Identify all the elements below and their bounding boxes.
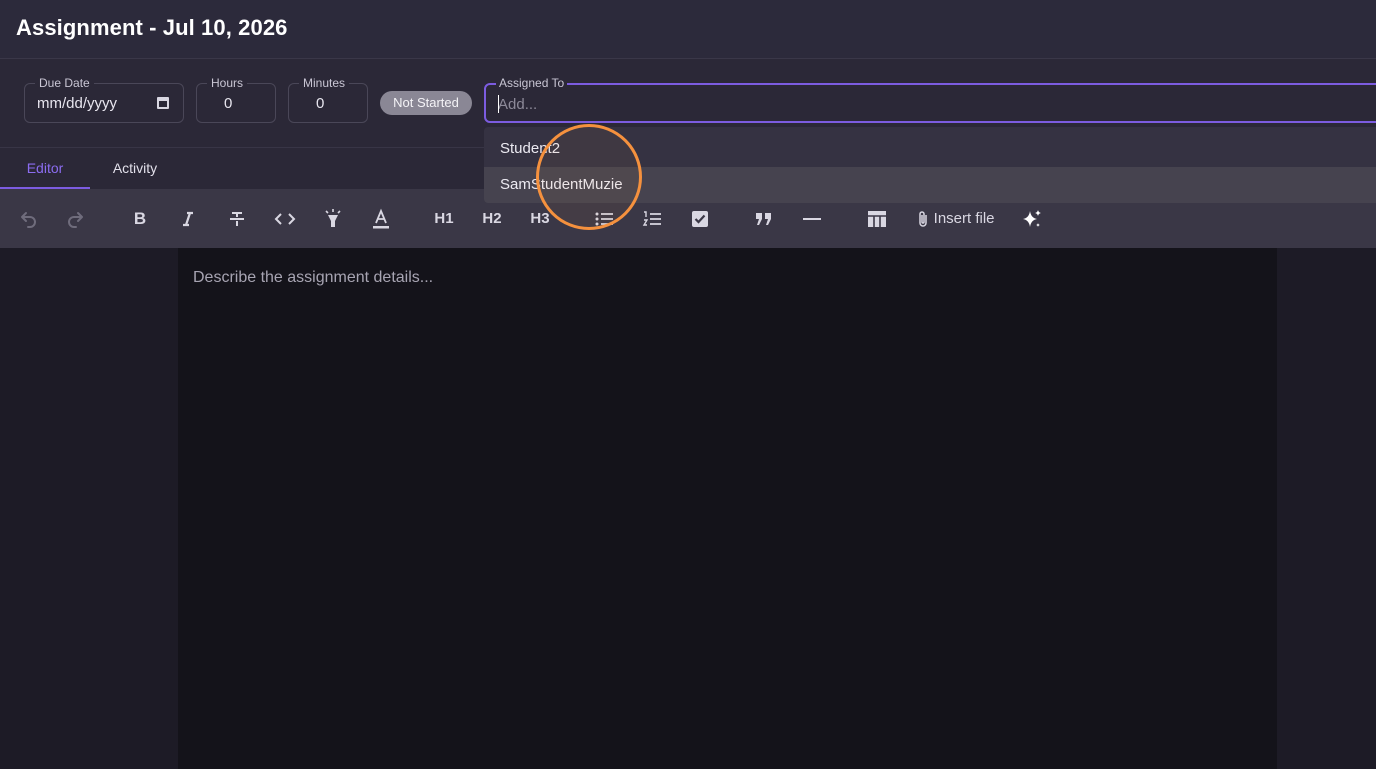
due-date-value: mm/dd/yyyy: [37, 95, 118, 112]
italic-icon[interactable]: [176, 189, 200, 248]
redo-icon[interactable]: [62, 189, 90, 248]
text-color-icon[interactable]: [368, 189, 394, 248]
minutes-value: 0: [316, 95, 325, 112]
hours-field[interactable]: Hours 0: [196, 76, 276, 123]
text-caret: [498, 95, 499, 113]
calendar-icon[interactable]: [157, 97, 169, 109]
bold-icon[interactable]: B: [128, 189, 152, 248]
editor-placeholder: Describe the assignment details...: [193, 269, 434, 286]
code-icon[interactable]: [272, 189, 298, 248]
click-highlight-ring: [536, 124, 642, 230]
undo-icon[interactable]: [14, 189, 42, 248]
editor-content-area[interactable]: Describe the assignment details...: [178, 248, 1277, 769]
heading-1-button[interactable]: H1: [432, 189, 456, 248]
assigned-to-input[interactable]: [498, 94, 1098, 114]
insert-file-label: Insert file: [933, 210, 995, 227]
due-date-field[interactable]: Due Date mm/dd/yyyy: [24, 76, 184, 123]
paperclip-icon: [917, 210, 929, 227]
highlight-icon[interactable]: [320, 189, 346, 248]
app-header: Assignment - Jul 10, 2026: [0, 0, 1376, 59]
assigned-to-label: Assigned To: [496, 76, 568, 90]
minutes-label: Minutes: [299, 76, 350, 90]
tab-editor[interactable]: Editor: [0, 148, 90, 189]
assigned-to-field[interactable]: Assigned To: [484, 76, 1376, 123]
due-date-label: Due Date: [35, 76, 94, 90]
strikethrough-icon[interactable]: [224, 189, 250, 248]
hours-value: 0: [224, 95, 233, 112]
page-title: Assignment - Jul 10, 2026: [16, 15, 288, 40]
status-badge[interactable]: Not Started: [380, 91, 472, 115]
minutes-field[interactable]: Minutes 0: [288, 76, 368, 123]
hours-label: Hours: [207, 76, 248, 90]
tab-activity[interactable]: Activity: [90, 148, 180, 189]
